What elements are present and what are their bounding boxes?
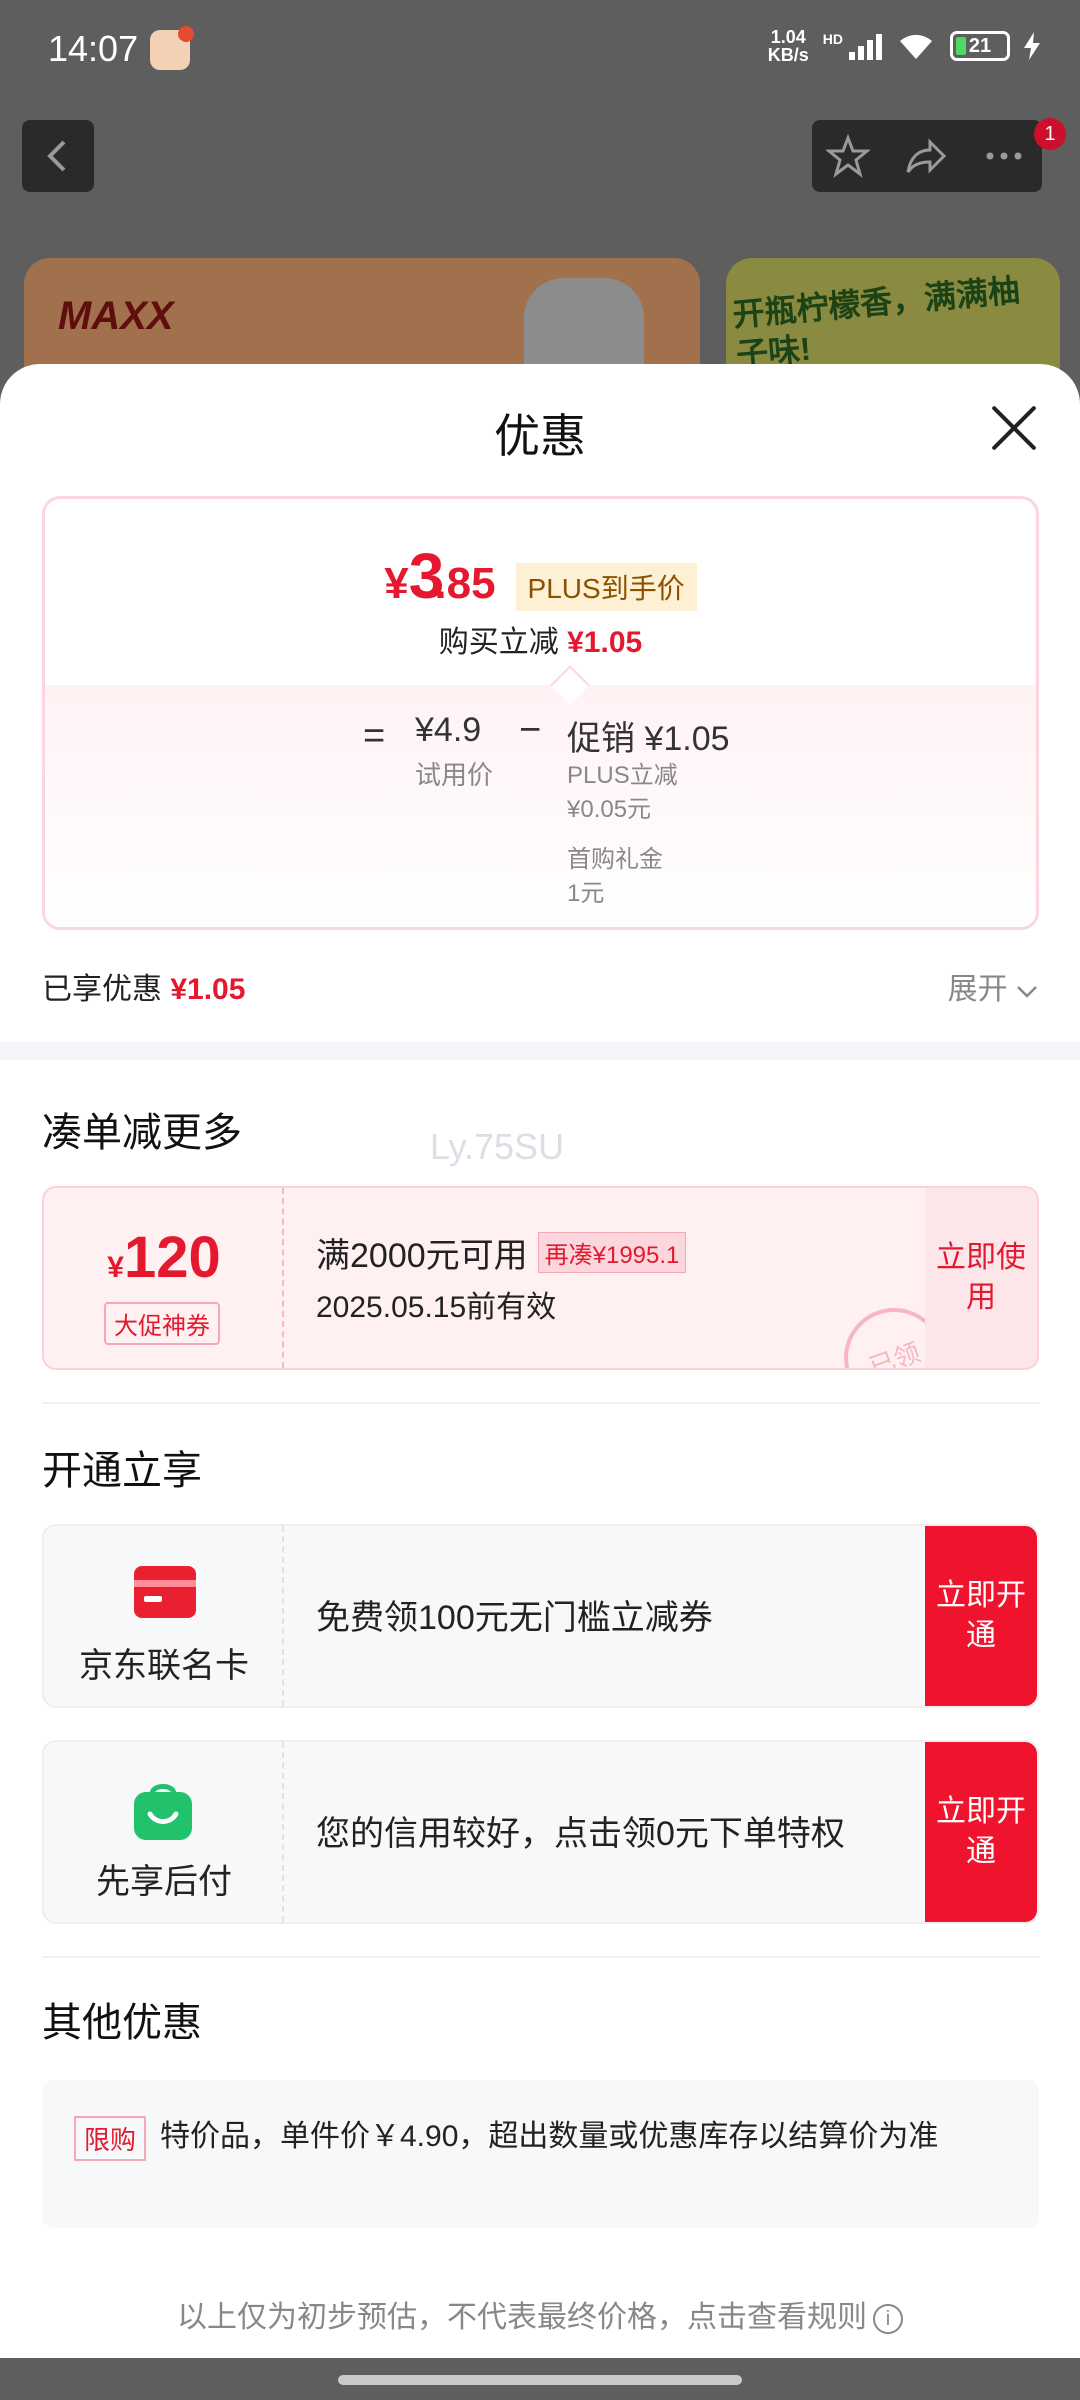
status-time: 14:07 <box>48 28 139 69</box>
coupon-expiry: 2025.05.15前有效 <box>316 1291 557 1324</box>
coupon-condition: 满2000元可用 再凑¥1995.1 <box>316 1228 687 1277</box>
promo-detail: 首购礼金 <box>567 846 663 873</box>
activate-button[interactable]: 立即开通 <box>925 1742 1037 1922</box>
network-speed: 1.04 KB/s <box>767 27 809 65</box>
price-breakdown-box: ¥3.85 PLUS到手价 购买立减 ¥1.05 = ¥4.9 试用价 − 促销… <box>42 496 1039 930</box>
chevron-down-icon <box>1017 986 1037 998</box>
star-icon[interactable] <box>826 134 870 178</box>
banner-slogan: 开瓶柠檬香，满满柚子味! <box>731 272 1022 373</box>
app-notification-icon <box>150 26 194 70</box>
final-price: ¥3.85 PLUS到手价 <box>45 539 1036 613</box>
signal-icon <box>849 32 882 60</box>
header-actions <box>812 120 1042 192</box>
pay-later-offer[interactable]: 先享后付 您的信用较好，点击领0元下单特权 立即开通 <box>42 1740 1039 1924</box>
discount-sheet: 优惠 ¥3.85 PLUS到手价 购买立减 ¥1.05 = ¥4.9 试用价 −… <box>0 364 1080 2400</box>
base-price-label: 试用价 <box>415 760 494 790</box>
watermark: Ly.75SU <box>430 1126 565 1167</box>
base-price: ¥4.9 <box>415 711 482 749</box>
other-discount-item: 限购 特价品，单件价￥4.90，超出数量或优惠库存以结算价为准 <box>42 2080 1039 2228</box>
coupon-more-needed: 再凑¥1995.1 <box>537 1232 687 1273</box>
offer-text: 您的信用较好，点击领0元下单特权 <box>316 1815 845 1853</box>
jd-card-offer[interactable]: 京东联名卡 免费领100元无门槛立减券 立即开通 <box>42 1524 1039 1708</box>
offer-name: 京东联名卡 <box>79 1647 249 1685</box>
enjoyed-discount: 已享优惠 ¥1.05 <box>42 973 246 1006</box>
limit-tag: 限购 <box>74 2116 147 2161</box>
charging-icon <box>1024 32 1040 60</box>
shopping-bag-icon <box>134 1784 192 1840</box>
sheet-title: 优惠 <box>494 410 586 462</box>
chevron-left-icon <box>47 140 66 172</box>
section-title: 凑单减更多 <box>42 1111 242 1155</box>
other-discount-text: 特价品，单件价￥4.90，超出数量或优惠库存以结算价为准 <box>160 2120 939 2153</box>
section-title: 开通立享 <box>42 1449 202 1493</box>
coupon-tag: 大促神券 <box>104 1302 220 1345</box>
promo-detail: 1元 <box>567 880 605 907</box>
coupon-amount: ¥120 <box>107 1225 221 1290</box>
info-icon: i <box>873 2304 903 2335</box>
hd-indicator: HD <box>822 31 843 47</box>
section-title: 其他优惠 <box>42 2001 202 2045</box>
plus-price-tag: PLUS到手价 <box>515 563 697 611</box>
offer-text: 免费领100元无门槛立减券 <box>316 1599 713 1637</box>
close-icon[interactable] <box>992 406 1036 450</box>
more-icon[interactable] <box>982 134 1026 178</box>
back-button[interactable] <box>22 120 94 192</box>
offer-name: 先享后付 <box>96 1863 232 1901</box>
credit-card-icon <box>134 1566 196 1618</box>
coupon-card[interactable]: ¥120 大促神券 满2000元可用 再凑¥1995.1 2025.05.15前… <box>42 1186 1039 1370</box>
use-now-button[interactable]: 立即使用 <box>925 1188 1037 1368</box>
battery-icon: 21 <box>950 31 1010 61</box>
share-icon[interactable] <box>904 134 948 178</box>
brand-logo: MAXX <box>58 294 174 338</box>
activate-button[interactable]: 立即开通 <box>925 1526 1037 1706</box>
wifi-icon <box>900 34 932 59</box>
notification-badge: 1 <box>1034 118 1066 150</box>
status-bar: 14:07 1.04 KB/s HD 21 <box>0 0 1080 100</box>
promo-detail: ¥0.05元 <box>567 796 652 823</box>
rules-link[interactable]: 以上仅为初步预估，不代表最终价格，点击查看规则 i <box>0 2292 1080 2336</box>
promo-amount: 促销 ¥1.05 <box>567 720 730 758</box>
expand-button[interactable]: 展开 <box>948 964 1038 1008</box>
home-indicator[interactable] <box>338 2375 742 2385</box>
promo-detail: PLUS立减 <box>567 762 678 789</box>
instant-discount: 购买立减 ¥1.05 <box>438 626 643 659</box>
status-icons: 1.04 KB/s HD 21 <box>768 28 1040 64</box>
